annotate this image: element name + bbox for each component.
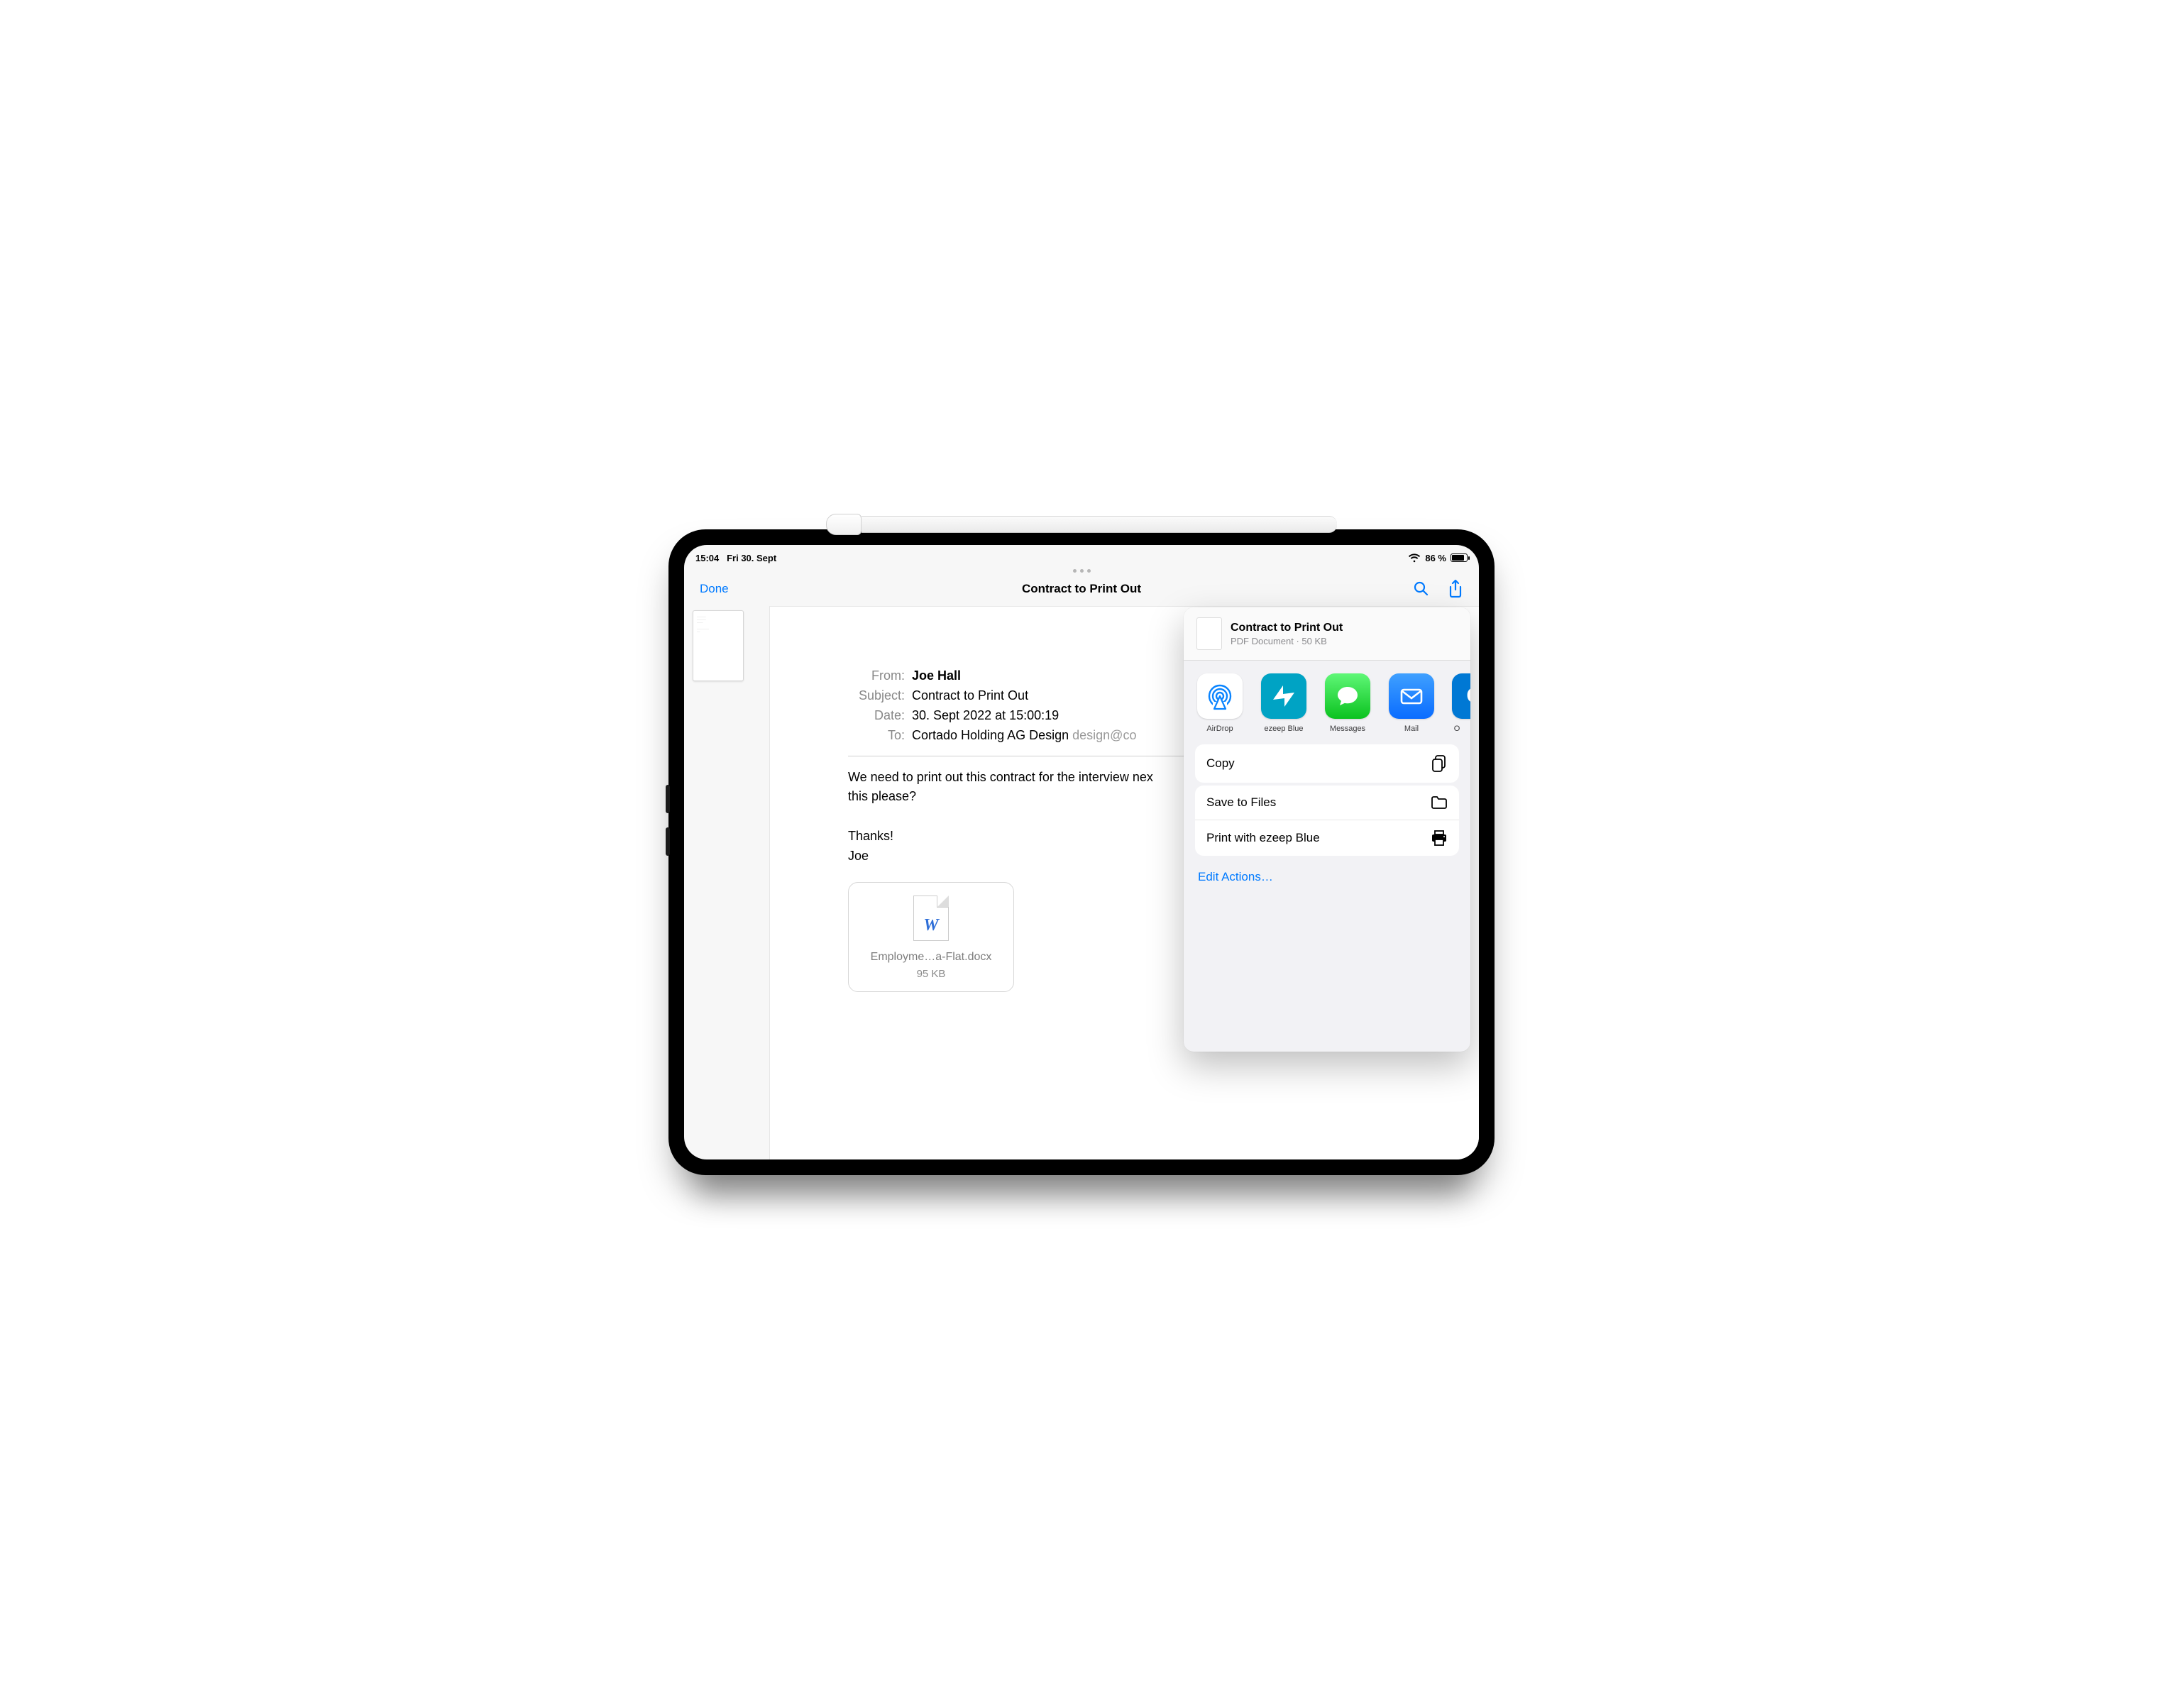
page-title: Contract to Print Out [684,582,1479,596]
ezeep-icon [1269,681,1299,711]
body-signoff: Joe [848,847,1217,866]
from-value: Joe Hall [912,668,961,683]
copy-icon [1431,754,1448,773]
share-app-outlook[interactable]: O O [1452,673,1462,733]
share-sheet: Contract to Print Out PDF Document · 50 … [1184,607,1470,1052]
airdrop-icon [1204,681,1235,712]
action-label: Print with ezeep Blue [1206,831,1320,845]
status-bar: 15:04 Fri 30. Sept 86 % [684,545,1479,566]
attachment-card[interactable]: W Employme…a-Flat.docx 95 KB [848,882,1014,992]
share-app-messages[interactable]: Messages [1324,673,1371,733]
share-app-label: O [1452,724,1462,733]
body-thanks: Thanks! [848,827,1217,847]
share-doc-thumbnail-icon [1196,617,1222,650]
word-doc-icon: W [913,896,949,941]
screen: 15:04 Fri 30. Sept 86 % Done Contract to… [684,545,1479,1159]
share-action-save-to-files[interactable]: Save to Files [1195,786,1459,820]
status-date: Fri 30. Sept [727,553,776,563]
body-line: this please? [848,787,1217,807]
share-app-mail[interactable]: Mail [1388,673,1435,733]
doc-glyph: W [914,916,948,935]
messages-icon [1333,682,1362,710]
share-app-label: AirDrop [1196,724,1243,733]
done-button[interactable]: Done [700,582,729,596]
subject-label: Subject: [848,686,905,706]
share-action-copy[interactable]: Copy [1195,744,1459,783]
status-battery-percent: 86 % [1425,553,1446,563]
apple-pencil [826,512,1337,536]
to-email: design@co [1072,728,1136,742]
share-app-label: Messages [1324,724,1371,733]
share-title: Contract to Print Out [1231,621,1343,634]
thumbnail-strip: ──────────────── ────────── [684,606,769,1159]
share-icon[interactable] [1448,580,1463,598]
page-thumbnail[interactable]: ──────────────── ────────── [693,610,744,681]
share-app-airdrop[interactable]: AirDrop [1196,673,1243,733]
share-app-ezeep[interactable]: ezeep Blue [1260,673,1307,733]
search-icon[interactable] [1412,580,1429,597]
attachment-name: Employme…a-Flat.docx [856,951,1006,964]
from-label: From: [848,666,905,686]
battery-icon [1451,553,1468,562]
to-label: To: [848,726,905,746]
share-subtitle: PDF Document · 50 KB [1231,636,1343,646]
mail-icon [1397,682,1426,710]
share-header: Contract to Print Out PDF Document · 50 … [1184,607,1470,661]
nav-bar: Done Contract to Print Out [684,573,1479,607]
share-app-label: ezeep Blue [1260,724,1307,733]
ipad-frame: 15:04 Fri 30. Sept 86 % Done Contract to… [668,529,1495,1175]
edit-actions-button[interactable]: Edit Actions… [1184,859,1470,896]
date-value: 30. Sept 2022 at 15:00:19 [912,706,1059,726]
print-icon [1431,830,1448,846]
folder-icon [1431,795,1448,810]
body-line: We need to print out this contract for t… [848,768,1217,788]
share-app-row[interactable]: AirDrop ezeep Blue [1184,661,1470,744]
attachment-size: 95 KB [856,968,1006,980]
action-label: Copy [1206,756,1235,771]
action-label: Save to Files [1206,795,1276,810]
wifi-icon [1408,553,1421,563]
subject-value: Contract to Print Out [912,686,1028,706]
share-action-print-ezeep[interactable]: Print with ezeep Blue [1195,820,1459,856]
share-app-label: Mail [1388,724,1435,733]
date-label: Date: [848,706,905,726]
to-name: Cortado Holding AG Design [912,728,1069,742]
status-time: 15:04 [695,553,719,563]
